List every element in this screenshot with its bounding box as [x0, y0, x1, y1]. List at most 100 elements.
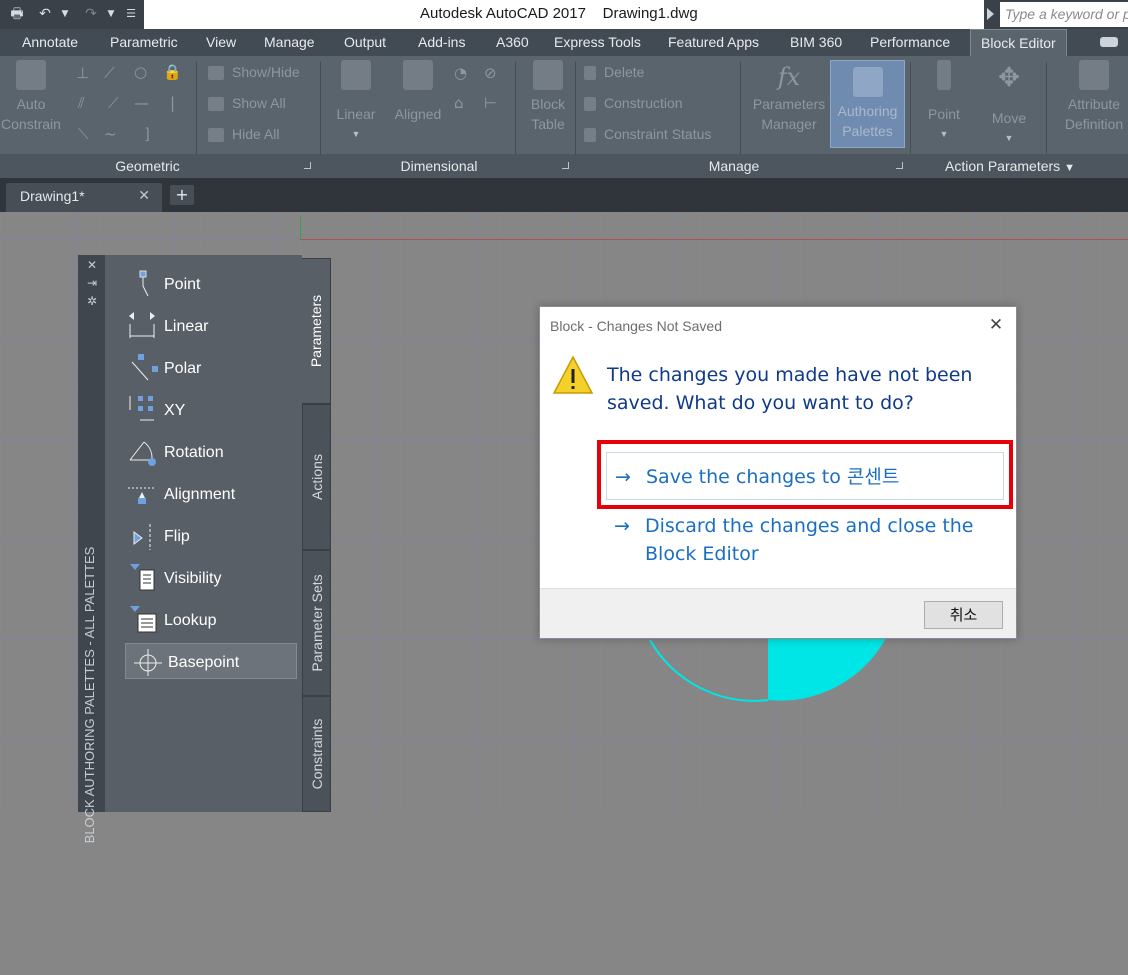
- manage-launcher-icon[interactable]: [896, 162, 903, 169]
- tab-featured-apps[interactable]: Featured Apps: [658, 29, 769, 56]
- show-hide-button[interactable]: Show/Hide: [208, 64, 300, 81]
- quick-access-toolbar: 🖶 ↶ ▼ ↷ ▼ ☰: [0, 0, 144, 29]
- palette-item-label: Flip: [164, 528, 190, 545]
- auto-constrain-button[interactable]: Auto Constrain: [0, 60, 62, 134]
- visibility-parameter-icon: [130, 564, 155, 591]
- aligned-button[interactable]: Aligned: [388, 60, 448, 124]
- vertical-icon[interactable]: |: [170, 94, 175, 112]
- linear-dropdown-icon[interactable]: ▼: [330, 124, 382, 144]
- palette-item-basepoint[interactable]: Basepoint: [125, 643, 297, 679]
- expand-arrow-icon[interactable]: [987, 8, 994, 20]
- tab-parameter-sets[interactable]: Parameter Sets: [302, 550, 331, 696]
- undo-icon[interactable]: ↶: [36, 6, 54, 22]
- palette-item-label: Basepoint: [168, 654, 240, 671]
- palette-item-linear[interactable]: Linear: [122, 308, 297, 344]
- redo-dropdown-icon[interactable]: ▼: [106, 6, 116, 22]
- tab-annotate[interactable]: Annotate: [12, 29, 88, 56]
- lookup-parameter-icon: [130, 606, 157, 633]
- palette-item-lookup[interactable]: Lookup: [122, 602, 297, 638]
- chevron-down-icon: ▼: [1064, 162, 1075, 174]
- tangent-icon[interactable]: ⟍: [78, 125, 89, 143]
- delete-icon: [584, 66, 596, 81]
- attribute-tag-icon: [1079, 60, 1109, 90]
- tab-output[interactable]: Output: [334, 29, 396, 56]
- constraint-status-button[interactable]: Constraint Status: [584, 126, 711, 143]
- move-action-button[interactable]: ✥ Move ▼: [980, 60, 1038, 148]
- close-icon[interactable]: ✕: [987, 316, 1005, 334]
- palette-item-polar[interactable]: Polar: [122, 350, 297, 386]
- tab-label: Parameters: [308, 294, 324, 368]
- concentric-icon[interactable]: ○: [134, 63, 147, 81]
- ribbon-minimize-icon[interactable]: [1100, 37, 1118, 47]
- authoring-palettes-label: Authoring Palettes: [837, 103, 898, 139]
- customize-toolbar-icon[interactable]: ☰: [124, 6, 138, 22]
- palette-item-flip[interactable]: Flip: [122, 518, 297, 554]
- properties-icon[interactable]: ✲: [86, 295, 98, 307]
- close-icon[interactable]: ✕: [138, 188, 150, 204]
- show-hide-icon: [208, 66, 224, 81]
- cancel-button[interactable]: 취소: [924, 601, 1003, 629]
- radial-icon[interactable]: ⊘: [484, 64, 497, 82]
- attribute-definition-button[interactable]: Attribute Definition: [1054, 60, 1128, 134]
- tab-view[interactable]: View: [196, 29, 246, 56]
- basepoint-parameter-icon: [134, 649, 162, 676]
- tab-parametric[interactable]: Parametric: [100, 29, 188, 56]
- close-icon[interactable]: ✕: [86, 259, 98, 271]
- palette-item-alignment[interactable]: Alignment: [122, 476, 297, 512]
- tab-constraints[interactable]: Constraints: [302, 696, 331, 812]
- point-parameter-icon: [139, 270, 149, 297]
- geometric-launcher-icon[interactable]: [304, 162, 311, 169]
- construction-icon: [584, 97, 596, 112]
- delete-button[interactable]: Delete: [584, 64, 644, 81]
- coincident-icon[interactable]: ⊥: [76, 64, 89, 82]
- palette-item-visibility[interactable]: Visibility: [122, 560, 297, 596]
- smooth-icon[interactable]: ~: [104, 125, 117, 143]
- palette-title-strip[interactable]: ✕ ⇥ ✲ BLOCK AUTHORING PALETTES - ALL PAL…: [78, 255, 105, 843]
- diameter-icon[interactable]: ⊢: [484, 94, 497, 112]
- file-name: Drawing1.dwg: [602, 5, 698, 22]
- undo-dropdown-icon[interactable]: ▼: [60, 6, 70, 22]
- tab-bim-360[interactable]: BIM 360: [780, 29, 852, 56]
- point-parameter-button[interactable]: Point ▼: [918, 60, 970, 144]
- tab-a360[interactable]: A360: [486, 29, 539, 56]
- palette-item-point[interactable]: Point: [122, 266, 297, 302]
- print-icon[interactable]: 🖶: [8, 6, 26, 22]
- move-dropdown-icon[interactable]: ▼: [980, 128, 1038, 148]
- palette-item-xy[interactable]: XY: [122, 392, 297, 428]
- search-area: Type a keyword or phrase: [984, 0, 1128, 29]
- hide-all-button[interactable]: Hide All: [208, 126, 279, 143]
- parameters-manager-button[interactable]: fx Parameters Manager: [748, 60, 830, 134]
- collinear-icon[interactable]: ⟋: [104, 64, 115, 82]
- tab-express-tools[interactable]: Express Tools: [544, 29, 651, 56]
- search-input[interactable]: Type a keyword or phrase: [1000, 2, 1128, 27]
- discard-changes-label: Discard the changes and close the: [645, 515, 974, 537]
- tab-add-ins[interactable]: Add-ins: [408, 29, 475, 56]
- perpendicular-icon[interactable]: ⟋: [108, 94, 119, 112]
- show-all-button[interactable]: Show All: [208, 95, 286, 112]
- point-dropdown-icon[interactable]: ▼: [918, 124, 970, 144]
- discard-changes-command[interactable]: → Discard the changes and close the Bloc…: [606, 512, 1004, 572]
- dimensional-launcher-icon[interactable]: [562, 162, 569, 169]
- angular-icon[interactable]: ◔: [454, 64, 467, 82]
- autohide-icon[interactable]: ⇥: [86, 277, 98, 289]
- document-tab[interactable]: Drawing1* ✕: [6, 183, 162, 212]
- tab-performance[interactable]: Performance: [860, 29, 960, 56]
- tab-actions[interactable]: Actions: [302, 404, 331, 550]
- convert-icon[interactable]: ⌂: [454, 94, 464, 112]
- construction-button[interactable]: Construction: [584, 95, 683, 112]
- highlight-box: [597, 440, 1013, 509]
- horizontal-icon[interactable]: —: [134, 94, 149, 112]
- redo-icon[interactable]: ↷: [82, 6, 100, 22]
- tab-block-editor[interactable]: Block Editor: [970, 29, 1067, 56]
- symmetric-icon[interactable]: ]: [144, 125, 150, 143]
- parallel-icon[interactable]: ⫽: [78, 94, 85, 112]
- palette-item-rotation[interactable]: Rotation: [122, 434, 297, 470]
- linear-button[interactable]: Linear ▼: [330, 60, 382, 144]
- panel-title-action-parameters[interactable]: Action Parameters ▼: [910, 154, 1110, 178]
- block-table-button[interactable]: Block Table: [520, 60, 576, 134]
- tab-manage[interactable]: Manage: [254, 29, 325, 56]
- tab-parameters[interactable]: Parameters: [302, 258, 331, 404]
- authoring-palettes-button[interactable]: Authoring Palettes: [830, 60, 905, 148]
- fix-icon[interactable]: 🔒: [163, 63, 182, 81]
- new-tab-button[interactable]: +: [170, 185, 194, 205]
